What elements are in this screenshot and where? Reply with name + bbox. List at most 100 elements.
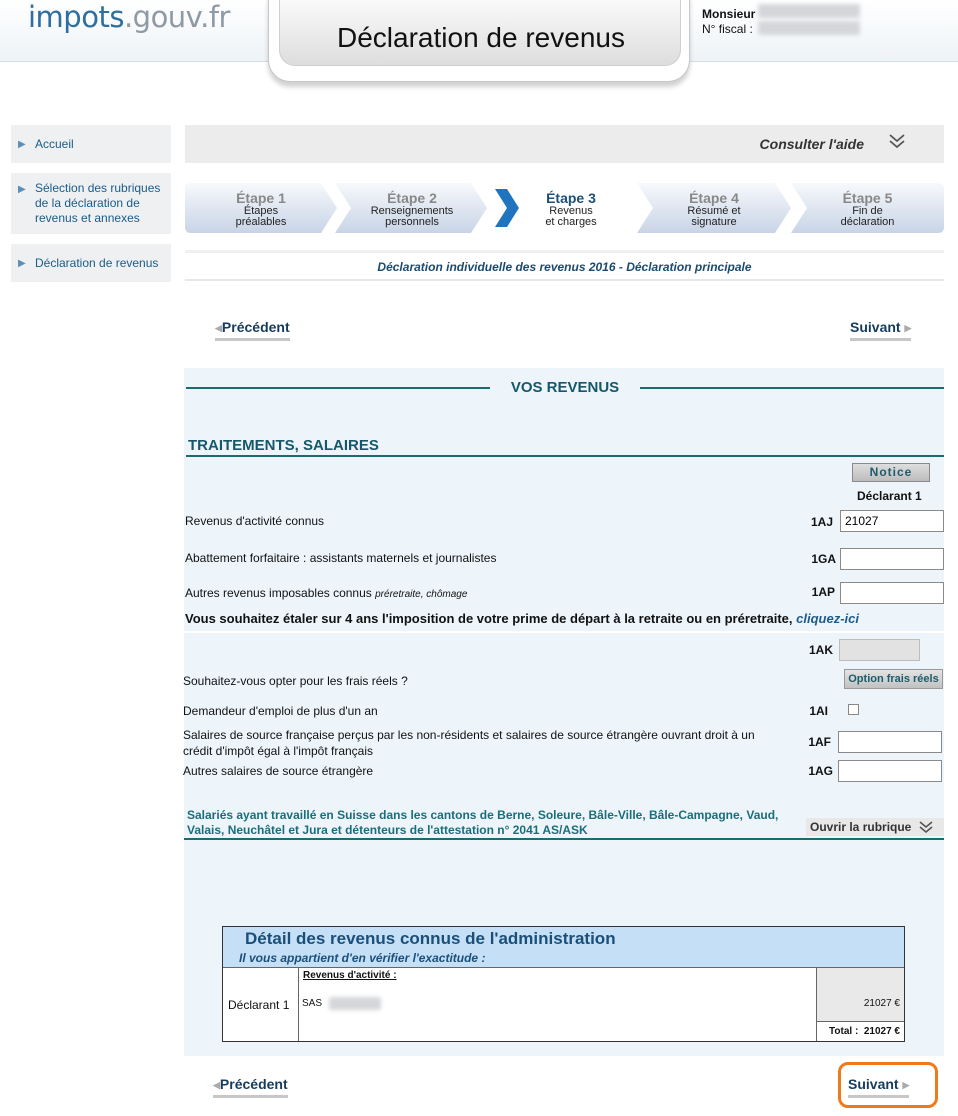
redacted-name xyxy=(758,4,860,18)
user-info: Monsieur N° fiscal : xyxy=(692,0,862,38)
step-subtitle-line2: personnels xyxy=(385,216,439,228)
detail-amount: 21027 € xyxy=(863,998,900,1009)
employer-name: SAS xyxy=(302,998,323,1009)
step-title: Étape 5 xyxy=(842,190,893,206)
code-1ag: 1AG xyxy=(808,764,833,778)
sidebar-item-selection-rubriques[interactable]: ▶ Sélection des rubriques de la déclarat… xyxy=(11,173,171,234)
prev-button-bottom[interactable]: ◀Précédent xyxy=(213,1076,288,1098)
row-label-1aj: Revenus d'activité connus xyxy=(185,514,325,528)
triangle-right-icon: ▶ xyxy=(18,258,26,269)
frais-reels-question: Souhaitez-vous opter pour les frais réel… xyxy=(183,674,408,688)
redacted-fiscal-number xyxy=(758,21,860,35)
next-button-top[interactable]: Suivant ▶ xyxy=(850,319,912,341)
step-5: Étape 5 Fin de déclaration xyxy=(791,183,944,233)
detail-subtitle: Il vous appartient d'en vérifier l'exact… xyxy=(239,951,486,965)
detail-revenus-table: Détail des revenus connus de l'administr… xyxy=(222,926,905,1042)
help-bar[interactable]: Consulter l'aide xyxy=(185,125,944,163)
prime-question-text: Vous souhaitez étaler sur 4 ans l'imposi… xyxy=(185,611,793,626)
sidebar-item-accueil[interactable]: ▶ Accueil xyxy=(11,125,171,163)
total-label: Total : xyxy=(829,1026,859,1037)
double-chevron-down-icon xyxy=(889,134,905,149)
step-subtitle-line2: et charges xyxy=(545,216,597,228)
input-1af[interactable] xyxy=(838,731,942,753)
step-3: Étape 3 Revenus et charges xyxy=(489,183,637,233)
triangle-right-icon: ▶ xyxy=(18,139,26,150)
total-amount: 21027 € xyxy=(863,1026,900,1037)
prev-button-top[interactable]: ◀Précédent xyxy=(215,319,290,341)
divider xyxy=(186,387,490,389)
step-title: Étape 2 xyxy=(387,190,437,206)
step-subtitle: Résumé et signature xyxy=(637,206,791,228)
prev-label: Précédent xyxy=(221,319,290,335)
divider xyxy=(640,387,944,389)
row-label-1ap-note: préretraite, chômage xyxy=(375,589,468,600)
code-1af: 1AF xyxy=(808,735,831,749)
sidebar-item-label: Déclaration de revenus xyxy=(35,256,159,270)
logo-part1: impots xyxy=(28,0,124,34)
option-frais-reels-button[interactable]: Option frais réels xyxy=(844,669,943,689)
row-label-1ga: Abattement forfaitaire : assistants mate… xyxy=(185,551,497,565)
code-1aj: 1AJ xyxy=(810,515,833,529)
sidebar-item-label: Accueil xyxy=(35,137,74,151)
fiscal-number-label: N° fiscal : xyxy=(702,22,753,36)
row-label-1ap: Autres revenus imposables connus préretr… xyxy=(185,586,467,600)
step-subtitle: Étapes préalables xyxy=(185,206,337,228)
triangle-right-icon: ▶ xyxy=(18,184,26,195)
input-1ap[interactable] xyxy=(840,582,944,604)
total-row: Total : 21027 € xyxy=(817,1021,904,1041)
step-title: Étape 3 xyxy=(546,190,596,206)
source-fr-label-line1: Salaires de source française perçus par … xyxy=(183,728,755,742)
sidebar-item-declaration[interactable]: ▶ Déclaration de revenus xyxy=(11,244,171,282)
step-subtitle: Fin de déclaration xyxy=(791,206,944,228)
step-progress: Étape 1 Étapes préalables Étape 2 Renseig… xyxy=(185,183,944,233)
suisse-rubrique-label: Salariés ayant travaillé en Suisse dans … xyxy=(187,808,779,837)
step-subtitle-line2: signature xyxy=(691,216,737,228)
detail-declarant: Déclarant 1 xyxy=(228,998,290,1012)
divider xyxy=(186,455,944,457)
step-4: Étape 4 Résumé et signature xyxy=(637,183,791,233)
triangle-right-icon: ▶ xyxy=(904,323,912,333)
triangle-left-icon: ◀ xyxy=(215,323,222,333)
sidebar-item-label: Sélection des rubriques de la déclaratio… xyxy=(35,181,161,225)
code-1ga: 1GA xyxy=(811,552,836,566)
step-subtitle-line2: déclaration xyxy=(840,216,895,228)
declaration-header: Déclaration individuelle des revenus 201… xyxy=(185,250,944,281)
step-2: Étape 2 Renseignements personnels xyxy=(335,183,489,233)
step-title: Étape 4 xyxy=(689,190,739,206)
step-title: Étape 1 xyxy=(236,190,286,206)
ouvrir-rubrique-label: Ouvrir la rubrique xyxy=(810,820,912,834)
step-subtitle-line2: préalables xyxy=(235,216,287,228)
checkbox-1ai[interactable] xyxy=(848,704,859,715)
source-fr-label-line2: crédit d'impôt égal à l'impôt français xyxy=(183,744,374,758)
prime-depart-question: Vous souhaitez étaler sur 4 ans l'imposi… xyxy=(185,611,859,626)
redacted-employer xyxy=(329,997,381,1010)
title-banner: Déclaration de revenus xyxy=(268,0,690,82)
detail-revenus-cell: Revenus d'activité : SAS xyxy=(299,968,817,1041)
step-subtitle: Revenus et charges xyxy=(497,206,645,228)
page-title: Déclaration de revenus xyxy=(337,22,625,53)
input-1ag[interactable] xyxy=(838,760,942,782)
detail-title: Détail des revenus connus de l'administr… xyxy=(245,929,616,948)
row-label-1ap-text: Autres revenus imposables connus xyxy=(185,586,372,600)
logo-part2: .gouv.fr xyxy=(123,0,231,34)
code-1ai: 1AI xyxy=(809,704,828,718)
input-1aj[interactable] xyxy=(840,510,944,532)
input-1ak xyxy=(839,639,920,661)
prime-link[interactable]: cliquez-ici xyxy=(796,611,859,626)
emploi-label: Demandeur d'emploi de plus d'un an xyxy=(183,704,378,718)
divider xyxy=(184,838,944,840)
title-banner-inner: Déclaration de revenus xyxy=(279,0,681,66)
prev-label: Précédent xyxy=(219,1076,288,1092)
double-chevron-down-icon xyxy=(919,821,933,834)
subsection-title: TRAITEMENTS, SALAIRES xyxy=(188,437,379,454)
declaration-header-label: Déclaration individuelle des revenus 201… xyxy=(377,260,752,274)
source-fr-label: Salaires de source française perçus par … xyxy=(183,727,755,759)
triangle-left-icon: ◀ xyxy=(213,1080,220,1090)
input-1ga[interactable] xyxy=(840,548,944,570)
code-1ap: 1AP xyxy=(811,585,835,599)
code-1ak: 1AK xyxy=(808,643,833,657)
section-title: VOS REVENUS xyxy=(510,379,620,396)
impots-gouv-logo[interactable]: impots.gouv.fr xyxy=(28,0,230,34)
notice-button[interactable]: Notice xyxy=(852,463,930,482)
detail-amount-cell: 21027 € Total : 21027 € xyxy=(817,968,904,1041)
